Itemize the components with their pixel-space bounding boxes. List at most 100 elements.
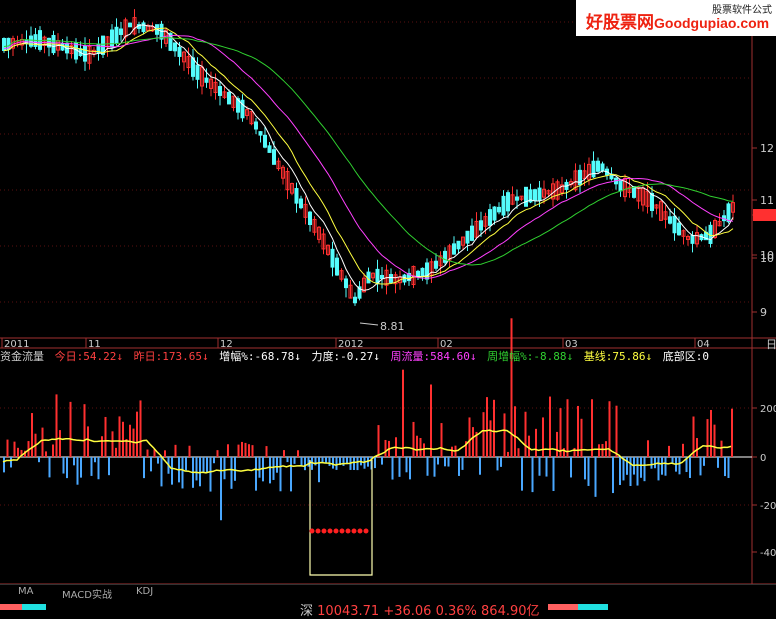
inflow-bar [528,435,530,457]
candle-body [110,29,114,48]
inflow-bar [514,406,516,457]
inflow-bar [598,444,600,457]
watermark-brand-cn: 好股票网 [586,13,654,32]
arrow-down-icon: ↓ [566,350,574,363]
outflow-bar [199,457,201,487]
candle-body [452,243,456,255]
outflow-bar [458,457,460,476]
week-flow-number: 584.60 [430,350,470,363]
tab-kdj[interactable]: KDJ [136,586,153,597]
candle-body [492,206,497,221]
outflow-bar [342,457,345,466]
candle-body [330,248,335,268]
candle-body [375,268,380,284]
inflow-bar [115,447,117,457]
inflow-bar [59,430,61,457]
today-value: 今日:54.22↓ [55,348,123,364]
candle-body [353,296,357,304]
candle-body [272,149,276,165]
inflow-bar [468,417,471,457]
outflow-bar [234,457,236,481]
chart-grid [0,0,776,585]
bottom-signal-dot [309,528,315,534]
candle-body [299,198,303,209]
outflow-bar [160,457,163,487]
change-label: 增幅%: [219,350,255,363]
yesterday-value: 昨日:173.65↓ [134,348,209,364]
tab-ma[interactable]: MA [18,586,33,597]
index-quote: 深 10043.71 +36.06 0.36% 864.90亿 [300,600,540,619]
candle-body [83,45,87,62]
candle-body [204,77,209,83]
inflow-bar [720,440,723,457]
outflow-bar [269,457,271,484]
inflow-bar [524,411,527,457]
candle-body [344,278,348,289]
market-status-bar: 深 10043.71 +36.06 0.36% 864.90亿 [0,600,776,619]
baseline-number: 75.86 [612,350,646,363]
inflow-bar [416,435,418,457]
outflow-bar [62,457,65,474]
index-turnover: 864.90亿 [481,604,540,619]
outflow-bar [717,457,719,468]
outflow-bar [255,457,257,491]
ma-line-magenta [3,34,734,279]
bottom-signal-dot [339,528,345,534]
today-label: 今日: [54,350,84,363]
chart-canvas[interactable]: 8.81 12111110109 201111122012020304日 200… [0,0,776,616]
inflow-bar [55,394,58,457]
arrow-down-icon: ↓ [373,350,380,363]
candle-body [479,220,483,231]
inflow-bar [423,443,425,457]
candle-body [470,225,474,241]
inflow-bar [13,441,16,457]
change-value: 增幅%:-68.78↓ [219,348,301,364]
outflow-bar [664,457,667,476]
inflow-bar [17,447,19,457]
outflow-bar [500,457,502,467]
outflow-bar [181,457,184,489]
inflow-bar [489,420,492,457]
candle-body [258,131,263,136]
outflow-bar [307,457,310,467]
inflow-bar [682,443,684,457]
candle-body [600,163,605,172]
low-price-label: 8.81 [380,320,405,333]
inflow-bar [101,436,103,457]
status-indicator-down [22,604,46,610]
outflow-bar [3,457,5,473]
inflow-bar [52,444,54,457]
change-number: -68.78 [254,350,295,363]
outflow-bar [521,457,523,491]
inflow-bar [510,318,513,457]
candle-body [434,260,438,269]
flow-tick-label: 200 [760,404,776,415]
outflow-bar [531,457,534,493]
candle-body [632,186,636,198]
index-value: 10043.71 [317,604,380,619]
outflow-bar [479,457,481,475]
low-pointer [359,322,379,326]
inflow-bar [146,449,149,457]
tab-macd[interactable]: MACD实战 [62,586,112,601]
candle-body [218,86,222,96]
inflow-bar [493,399,495,457]
outflow-bar [108,457,110,476]
inflow-bar [241,441,243,457]
candle-body [591,160,596,178]
inflow-bar [580,418,583,457]
outflow-bar [689,457,691,478]
outflow-bar [426,457,429,476]
outflow-bar [570,457,572,478]
outflow-bar [433,457,436,477]
outflow-bar [552,457,555,492]
inflow-bar [713,424,716,457]
inflow-bar [731,408,733,457]
inflow-bar [248,444,250,457]
site-watermark: 股票软件公式 好股票网Goodgupiao.com [576,0,776,36]
price-tick-label: 12 [760,142,774,155]
inflow-bar [69,401,72,457]
status-indicator-down-right [578,604,608,610]
outflow-bar [650,457,653,469]
candle-body [38,30,42,50]
